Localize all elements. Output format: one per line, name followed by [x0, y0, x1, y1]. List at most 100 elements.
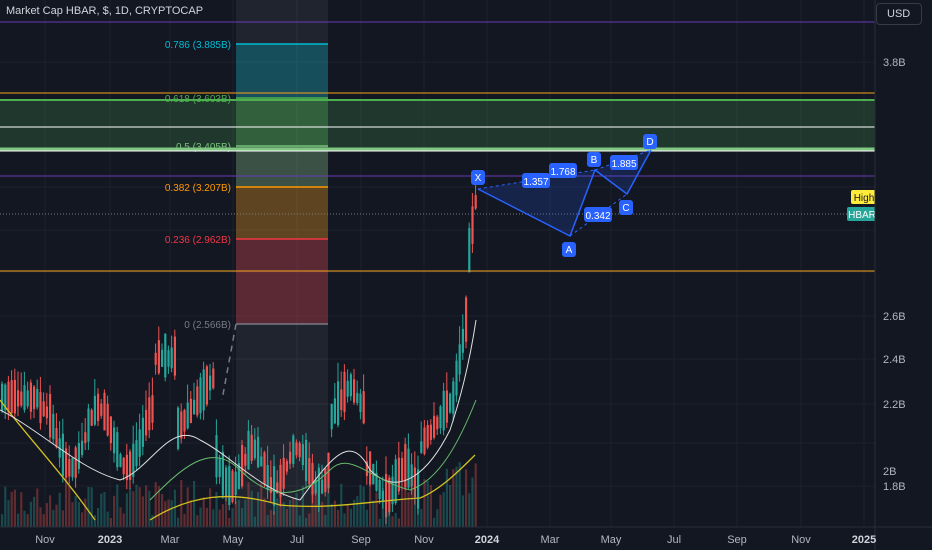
- volume-bar: [465, 469, 468, 527]
- x-tick-label: 2023: [98, 534, 122, 546]
- candle-body: [145, 409, 148, 436]
- volume-bar: [298, 515, 301, 527]
- candle-body: [119, 454, 122, 467]
- volume-bar: [410, 479, 413, 527]
- candle-body: [177, 407, 180, 450]
- candle-body: [13, 379, 16, 414]
- candle-body: [45, 406, 48, 419]
- candle-body: [289, 451, 292, 464]
- candle-body: [292, 435, 295, 465]
- fib-trend-line: [221, 323, 237, 401]
- volume-bar: [417, 497, 420, 527]
- pattern-ratio-label: 1.885: [611, 159, 636, 170]
- volume-bar: [109, 518, 112, 527]
- volume-bar: [49, 495, 52, 527]
- candle-body: [26, 390, 29, 407]
- candle-body: [263, 452, 266, 485]
- volume-bar: [250, 490, 253, 527]
- volume-bar: [42, 514, 45, 527]
- candle-body: [407, 448, 410, 488]
- volume-bar: [404, 483, 407, 527]
- candle-body: [148, 397, 151, 431]
- candle-body: [337, 381, 340, 426]
- volume-bar: [7, 500, 10, 527]
- volume-bar: [273, 511, 276, 527]
- volume-bar: [241, 508, 244, 527]
- candle-body: [346, 380, 349, 397]
- volume-bar: [1, 514, 4, 527]
- x-tick-label: Nov: [414, 534, 434, 546]
- volume-bar: [132, 491, 135, 527]
- volume-bar: [77, 501, 80, 527]
- volume-bar: [13, 489, 16, 527]
- volume-bar: [129, 488, 132, 527]
- x-tick-label: Mar: [541, 534, 560, 546]
- volume-bar: [337, 509, 340, 527]
- candle-body: [52, 413, 55, 440]
- candle-body: [273, 466, 276, 506]
- candle-body: [106, 403, 109, 436]
- volume-bar: [164, 501, 167, 527]
- candle-body: [442, 390, 445, 431]
- candle-body: [71, 457, 74, 478]
- fib-zone: [236, 187, 328, 239]
- volume-bar: [343, 513, 346, 527]
- volume-bar: [65, 480, 68, 527]
- pattern-point-label: X: [475, 173, 482, 184]
- volume-bar: [87, 486, 90, 527]
- candle-body: [90, 409, 93, 426]
- pattern-point-label: A: [566, 245, 573, 256]
- candle-body: [353, 379, 356, 403]
- candle-body: [109, 416, 112, 444]
- volume-bar: [119, 507, 122, 527]
- volume-bar: [397, 518, 400, 527]
- currency-button[interactable]: USD: [876, 3, 922, 25]
- candle-body: [474, 195, 477, 209]
- volume-bar: [180, 480, 183, 527]
- candle-body: [74, 447, 77, 478]
- candle-body: [439, 406, 442, 428]
- volume-bar: [177, 517, 180, 527]
- candle-body: [141, 417, 144, 447]
- x-tick-label: 2025: [852, 534, 876, 546]
- volume-bar: [170, 500, 173, 527]
- candle-body: [324, 468, 327, 492]
- volume-bar: [305, 517, 308, 527]
- chart-canvas[interactable]: 0.786 (3.885B)0.618 (3.603B)0.5 (3.405B)…: [0, 0, 932, 550]
- volume-bar: [381, 488, 384, 527]
- volume-bar: [202, 497, 205, 527]
- candle-body: [445, 390, 448, 423]
- volume-bar: [173, 489, 176, 527]
- candle-body: [311, 463, 314, 495]
- candle-body: [436, 416, 439, 430]
- volume-bar: [205, 507, 208, 527]
- volume-bar: [55, 504, 58, 527]
- x-tick-label: Jul: [290, 534, 304, 546]
- volume-bar: [452, 469, 455, 527]
- volume-bar: [23, 510, 26, 527]
- candle-body: [378, 479, 381, 499]
- candle-body: [33, 386, 36, 409]
- volume-bar: [20, 492, 23, 527]
- volume-bar: [244, 499, 247, 527]
- candle-body: [93, 395, 96, 425]
- candle-body: [253, 439, 256, 459]
- volume-bar: [116, 484, 119, 527]
- volume-bar: [349, 508, 352, 527]
- candle-body: [186, 402, 189, 429]
- volume-bar: [423, 479, 426, 527]
- volume-bar: [196, 515, 199, 527]
- volume-bar: [93, 515, 96, 527]
- candle-body: [212, 368, 215, 389]
- candle-body: [183, 409, 186, 432]
- volume-bar: [122, 513, 125, 527]
- volume-bar: [468, 493, 471, 527]
- candle-body: [202, 369, 205, 411]
- fib-zone: [236, 44, 328, 98]
- candle-body: [449, 393, 452, 413]
- pattern-ratio-label: 1.768: [550, 167, 575, 178]
- volume-bar: [97, 507, 100, 527]
- volume-bar: [311, 491, 314, 527]
- volume-bar: [237, 499, 240, 527]
- candle-body: [39, 392, 42, 424]
